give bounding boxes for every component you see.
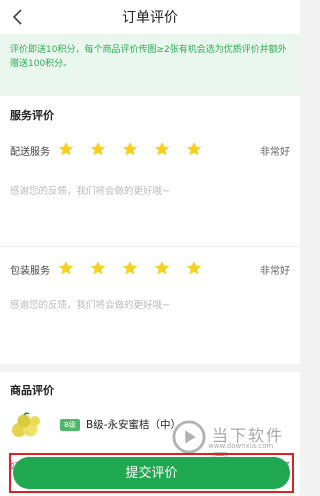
packaging-service-label: 包装服务 [10, 266, 50, 277]
delivery-feedback-input[interactable]: 感谢您的反馈，我们将会做的更好哦~ [10, 183, 170, 197]
nav-header: 订单评价 [0, 0, 300, 34]
star-icon[interactable] [122, 260, 138, 276]
star-icon[interactable] [90, 260, 106, 276]
watermark-logo-icon [172, 420, 206, 454]
product-section-title: 商品评价 [10, 384, 54, 397]
star-icon[interactable] [122, 141, 138, 157]
site-watermark: 当下软件园 www.downxia.com [170, 420, 290, 469]
delivery-service-label: 配送服务 [10, 147, 50, 158]
star-icon[interactable] [58, 260, 74, 276]
packaging-feedback-input[interactable]: 感谢您的反馈，我们将会做的更好哦~ [10, 297, 170, 311]
submit-highlight-box: 提交评价 [9, 453, 294, 493]
star-icon[interactable] [154, 260, 170, 276]
star-icon[interactable] [90, 141, 106, 157]
delivery-star-rating[interactable] [58, 141, 218, 157]
star-icon[interactable] [186, 141, 202, 157]
page-title: 订单评价 [122, 10, 178, 26]
product-thumbnail [10, 412, 42, 440]
watermark-url: www.downxia.com [208, 442, 274, 450]
notice-text: 评价即送10积分，每个商品评价传图≥2张有机会选为优质评价并额外赠送100积分。 [10, 45, 287, 69]
star-icon[interactable] [186, 260, 202, 276]
delivery-rating-text: 非常好 [260, 147, 290, 158]
submit-review-button[interactable]: 提交评价 [13, 457, 290, 489]
packaging-rating-text: 非常好 [260, 266, 290, 277]
points-notice: 评价即送10积分，每个商品评价传图≥2张有机会选为优质评价并额外赠送100积分。 [0, 34, 300, 94]
divider [0, 246, 300, 247]
star-icon[interactable] [154, 141, 170, 157]
packaging-star-rating[interactable] [58, 260, 218, 276]
service-section-title: 服务评价 [10, 109, 54, 122]
service-review-section: 服务评价 配送服务 非常好 感谢您的反馈，我们将会做的更好哦~ 包装服务 非常好… [0, 96, 300, 364]
grade-badge: B级 [60, 419, 80, 431]
product-name: B级-永安蜜桔（中） [86, 419, 181, 431]
star-icon[interactable] [58, 141, 74, 157]
